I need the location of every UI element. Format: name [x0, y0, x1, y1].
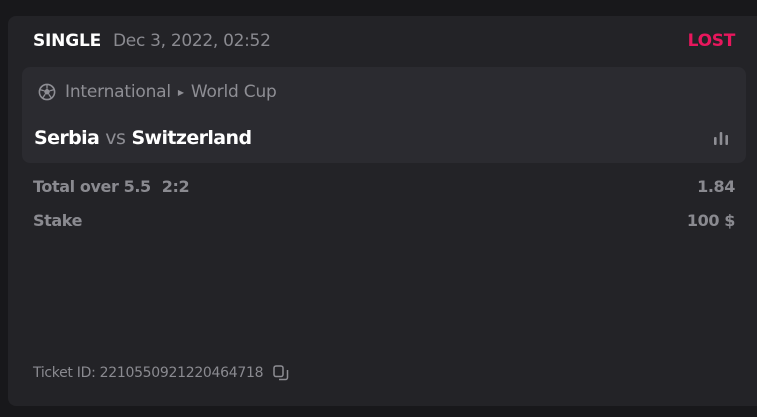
- selection-row: Total over 5.5 2:2 1.84: [33, 175, 735, 197]
- stake-value: 100 $: [686, 210, 736, 230]
- bet-status-badge: LOST: [687, 31, 736, 51]
- copy-icon[interactable]: [273, 364, 289, 382]
- vs-label: vs: [105, 127, 126, 149]
- bet-type: SINGLE: [33, 31, 101, 51]
- selection-odds: 1.84: [697, 176, 735, 196]
- event-category[interactable]: International: [65, 82, 171, 102]
- chevron-right-icon: ▶: [177, 87, 184, 97]
- soccer-ball-icon: [38, 83, 56, 101]
- stake-row: Stake 100 $: [33, 209, 735, 231]
- bet-date: Dec 3, 2022, 02:52: [113, 31, 271, 51]
- event-panel: International ▶ World Cup Serbia vs Swit…: [22, 67, 746, 163]
- bar-chart-icon[interactable]: [712, 130, 730, 146]
- ticket-id-row: Ticket ID: 2210550921220464718: [33, 363, 289, 383]
- stake-label: Stake: [33, 210, 83, 230]
- selection-market: Total over 5.5: [33, 176, 151, 196]
- ticket-id: Ticket ID: 2210550921220464718: [33, 365, 264, 381]
- event-tournament[interactable]: World Cup: [191, 82, 277, 102]
- breadcrumb: International ▶ World Cup: [38, 80, 277, 104]
- selection-score: 2:2: [161, 176, 190, 196]
- away-team: Switzerland: [131, 127, 252, 149]
- home-team: Serbia: [34, 127, 100, 149]
- bet-card: SINGLE Dec 3, 2022, 02:52 LOST Internati…: [8, 16, 757, 406]
- match-teams: Serbia vs Switzerland: [34, 124, 730, 152]
- bet-header: SINGLE Dec 3, 2022, 02:52 LOST: [33, 29, 735, 53]
